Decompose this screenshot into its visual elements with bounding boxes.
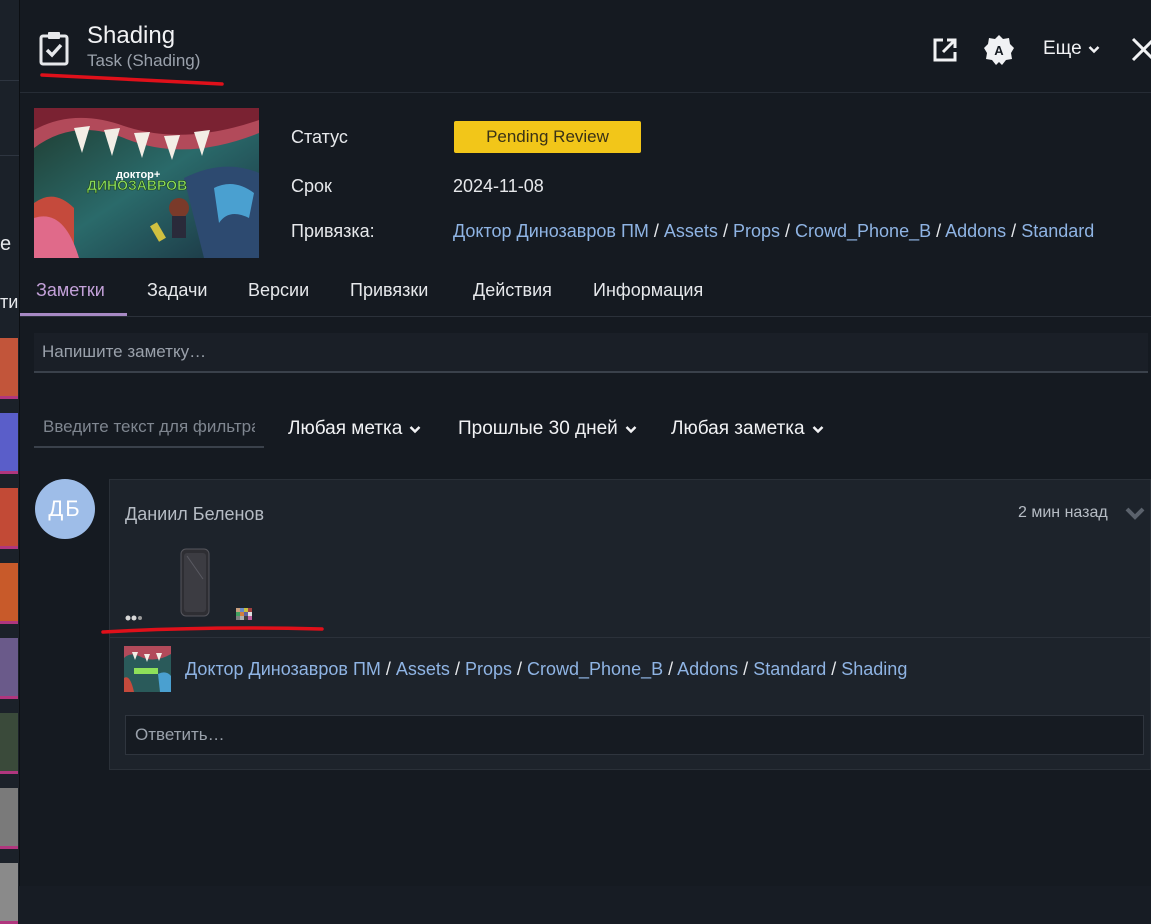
note-author[interactable]: Даниил Беленов [125,504,264,525]
divider [0,80,19,81]
breadcrumb-project[interactable]: Доктор Динозавров ПМ [453,221,649,241]
tag-filter-label: Любая метка [288,418,403,439]
note-type-filter-dropdown[interactable]: Любая заметка [671,418,824,440]
breadcrumb-separator: / [663,659,678,679]
breadcrumb-separator: / [449,659,465,679]
chevron-down-icon[interactable] [1125,505,1145,521]
breadcrumb-asset[interactable]: Crowd_Phone_B [795,221,931,241]
a-badge-letter: A [994,43,1004,58]
breadcrumb-separator: / [779,221,795,241]
status-label: Статус [291,127,348,147]
chevron-down-icon [625,425,637,433]
breadcrumb-addons[interactable]: Addons [945,221,1006,241]
chevron-down-icon [409,425,421,433]
background-text: е [0,233,12,255]
breadcrumb-asset[interactable]: Crowd_Phone_B [527,659,663,679]
background-thumbnail[interactable] [0,638,18,699]
asset-poster-image: доктор+ ДИНОЗАВРОВ [34,108,259,258]
task-detail-panel: Shading Task (Shading) A Еще доктор+ ДИН… [20,0,1151,886]
due-label: Срок [291,176,332,196]
note-timestamp: 2 мин назад [1018,504,1108,521]
breadcrumb-separator: / [648,221,664,241]
breadcrumb-assets[interactable]: Assets [396,659,450,679]
poster-logo-bottom: ДИНОЗАВРОВ [87,177,187,193]
color-chart-icon [236,608,252,620]
tab-versions[interactable]: Версии [248,280,309,301]
note-attachment-thumbnail[interactable] [124,544,264,624]
period-filter-label: Прошлые 30 дней [458,418,618,439]
note-context-breadcrumb: Доктор Динозавров ПМ / Assets / Props / … [185,659,907,680]
filter-text-input[interactable] [34,408,264,448]
period-filter-dropdown[interactable]: Прошлые 30 дней [458,418,637,440]
link-breadcrumb: Доктор Динозавров ПМ / Assets / Props / … [453,221,1094,242]
breadcrumb-separator: / [826,659,842,679]
breadcrumb-separator: / [717,221,733,241]
tab-tasks[interactable]: Задачи [147,280,207,301]
task-title: Shading [87,22,176,49]
tab-notes[interactable]: Заметки [36,280,105,301]
background-thumbnail[interactable] [0,788,18,849]
tab-activity[interactable]: Действия [473,280,552,301]
breadcrumb-standard[interactable]: Standard [1021,221,1094,241]
annotation-underline [101,626,324,634]
task-subtitle: Task (Shading) [87,51,201,70]
background-thumbnail[interactable] [0,338,18,399]
more-menu-button[interactable]: Еще [1043,38,1100,60]
breadcrumb-addons[interactable]: Addons [677,659,738,679]
note-type-filter-label: Любая заметка [671,418,805,439]
author-avatar[interactable]: ДБ [35,479,95,539]
background-thumbnail[interactable] [0,413,18,474]
breadcrumb-props[interactable]: Props [733,221,780,241]
breadcrumb-props[interactable]: Props [465,659,512,679]
background-thumbnail[interactable] [0,563,18,624]
breadcrumb-separator: / [738,659,754,679]
status-badge[interactable]: Pending Review [454,121,641,153]
background-thumbnail[interactable] [0,713,18,774]
note-card: Даниил Беленов 2 мин назад Доктор Диноза… [101,479,1151,770]
breadcrumb-separator: / [1006,221,1022,241]
chevron-down-icon [1088,45,1100,53]
divider [0,155,19,156]
annotation-underline [40,73,224,86]
task-info: доктор+ ДИНОЗАВРОВ Статус Pending Review… [20,93,1151,263]
link-label: Привязка: [291,221,375,241]
tab-links[interactable]: Привязки [350,280,428,301]
breadcrumb-standard[interactable]: Standard [753,659,826,679]
tab-bar: Заметки Задачи Версии Привязки Действия … [20,272,1151,317]
active-tab-indicator [20,313,127,316]
background-text: тир [0,292,19,312]
new-note-input[interactable] [34,333,1148,373]
reply-input[interactable] [125,715,1144,755]
background-page: е тир [0,0,20,924]
breadcrumb-separator: / [380,659,396,679]
background-thumbnail[interactable] [0,488,18,549]
clipboard-check-icon [39,32,69,66]
more-label: Еще [1043,38,1082,59]
font-settings-icon[interactable]: A [983,34,1015,66]
breadcrumb-separator: / [931,221,946,241]
tag-filter-dropdown[interactable]: Любая метка [288,418,421,440]
background-thumbnail[interactable] [0,863,18,924]
breadcrumb-assets[interactable]: Assets [664,221,718,241]
breadcrumb-project[interactable]: Доктор Динозавров ПМ [185,659,381,679]
breadcrumb-separator: / [511,659,527,679]
breadcrumb-task[interactable]: Shading [841,659,907,679]
tab-info[interactable]: Информация [593,280,703,301]
close-icon[interactable] [1130,34,1151,64]
divider [110,637,1150,638]
panel-header: Shading Task (Shading) A Еще [20,0,1151,93]
chevron-down-icon [812,425,823,433]
context-thumbnail[interactable] [124,646,171,692]
due-date: 2024-11-08 [453,176,544,196]
open-external-icon[interactable] [932,37,958,63]
